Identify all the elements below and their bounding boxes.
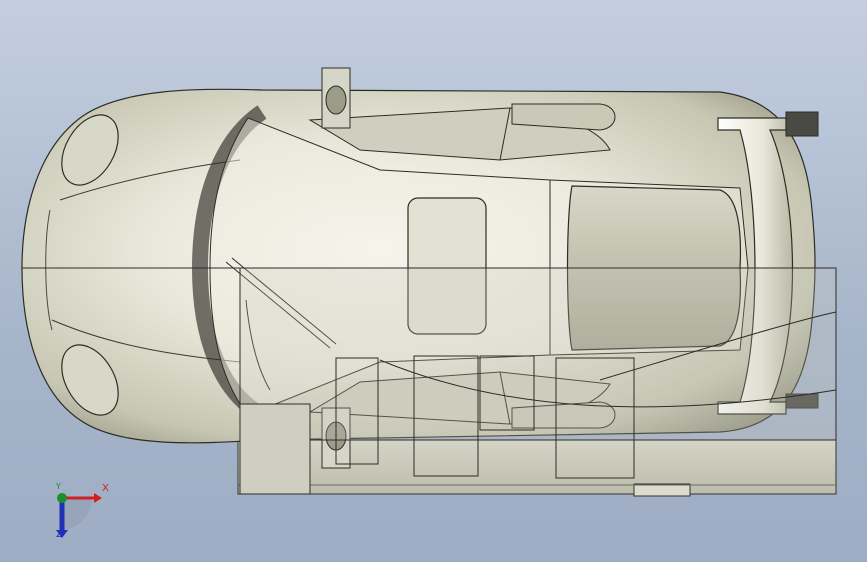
y-axis-label: Y [56,482,61,491]
z-axis-label: Z [56,529,63,540]
graphics-viewport[interactable]: X Y Z [0,0,867,562]
rear-wing-strut-top [785,111,819,137]
x-axis-label: X [102,483,109,494]
car-model[interactable] [0,0,867,562]
y-axis-dot [57,493,67,503]
axis-triad: X Y Z [44,480,124,550]
base-plate-tab [633,483,691,497]
section-plane [239,267,837,441]
